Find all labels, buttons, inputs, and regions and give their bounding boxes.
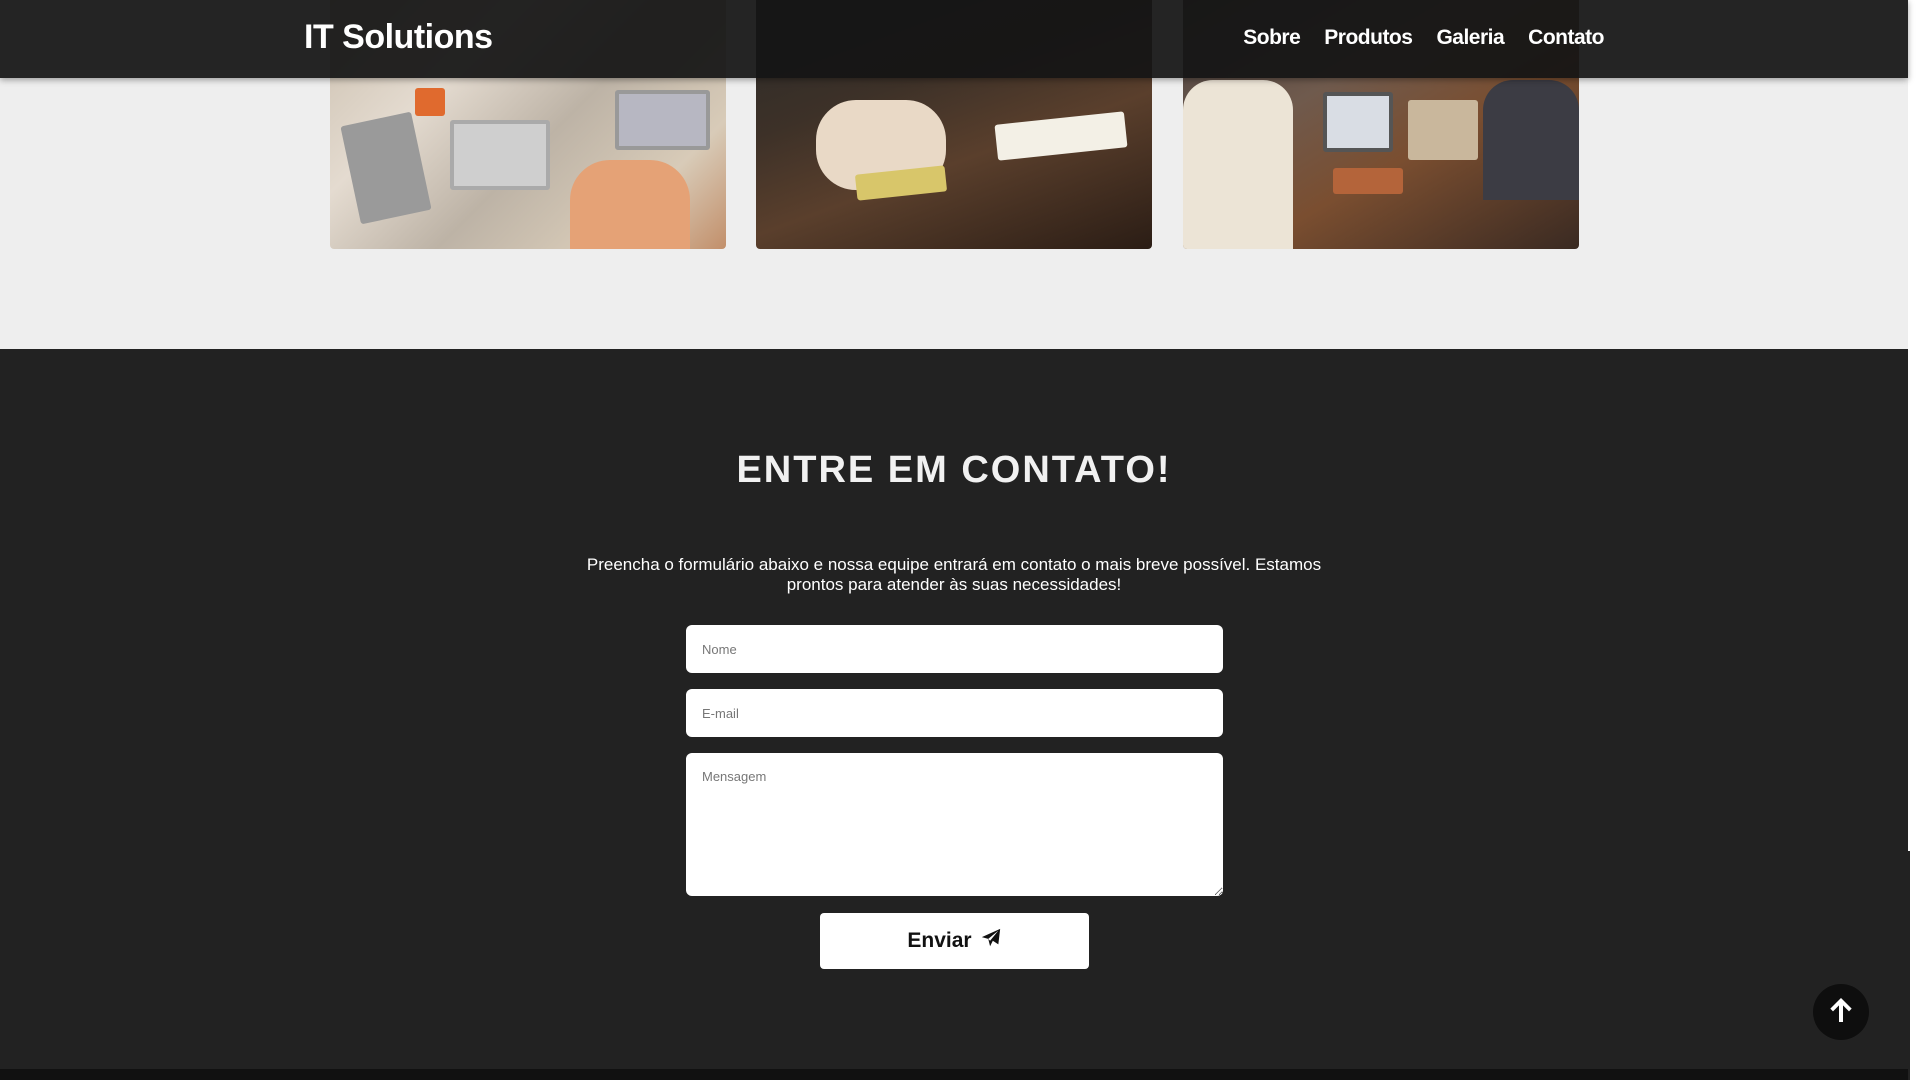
nav-link-produtos[interactable]: Produtos xyxy=(1324,26,1413,50)
nav-link-galeria[interactable]: Galeria xyxy=(1436,26,1504,50)
scroll-to-top-button[interactable] xyxy=(1813,984,1869,1040)
send-button[interactable]: Enviar xyxy=(820,913,1089,969)
scrollbar-thumb[interactable] xyxy=(1908,851,1920,1080)
laptop-shape xyxy=(450,120,550,190)
contact-section: ENTRE EM CONTATO! Preencha o formulário … xyxy=(0,349,1908,1069)
laptop-shape xyxy=(615,90,710,150)
laptop-shape xyxy=(340,111,432,225)
page: IT Solutions Sobre Produtos Galeria Cont… xyxy=(0,0,1920,1080)
navbar: IT Solutions Sobre Produtos Galeria Cont… xyxy=(0,0,1908,78)
contact-description: Preencha o formulário abaixo e nossa equ… xyxy=(586,555,1322,594)
scrollbar[interactable] xyxy=(1908,0,1920,1080)
paper-shape xyxy=(994,111,1128,161)
person-shape xyxy=(1183,80,1293,249)
person-shape xyxy=(1483,80,1579,200)
name-field[interactable] xyxy=(686,625,1223,673)
device-shape xyxy=(415,88,445,116)
laptop-shape xyxy=(1323,92,1393,152)
footer-strip xyxy=(0,1069,1908,1080)
book-shape xyxy=(1333,168,1403,194)
laptop-shape xyxy=(1408,100,1478,160)
paper-plane-icon xyxy=(980,927,1002,955)
message-field[interactable] xyxy=(686,753,1223,896)
brand-logo[interactable]: IT Solutions xyxy=(304,18,493,57)
hands-shape xyxy=(570,160,690,249)
nav-link-contato[interactable]: Contato xyxy=(1528,26,1604,50)
contact-title: ENTRE EM CONTATO! xyxy=(736,449,1172,491)
nav-link-sobre[interactable]: Sobre xyxy=(1243,26,1301,50)
nav-links: Sobre Produtos Galeria Contato xyxy=(1243,26,1604,50)
email-field[interactable] xyxy=(686,689,1223,737)
arrow-up-icon xyxy=(1825,994,1857,1031)
send-button-label: Enviar xyxy=(907,929,972,952)
